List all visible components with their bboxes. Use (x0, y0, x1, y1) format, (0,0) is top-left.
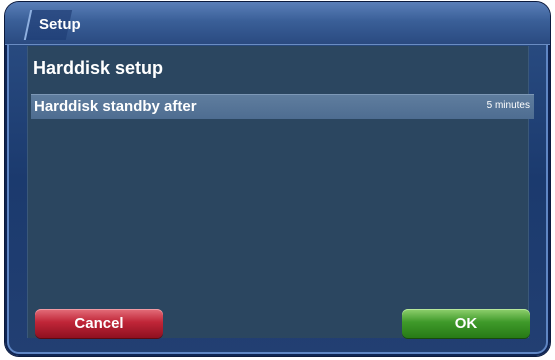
setting-row-harddisk-standby[interactable]: Harddisk standby after 5 minutes (31, 94, 534, 119)
setting-label: Harddisk standby after (34, 98, 197, 115)
title-bar (5, 2, 550, 45)
content-panel (27, 46, 529, 338)
setup-dialog (5, 2, 550, 356)
ok-button[interactable]: OK (402, 309, 530, 338)
cancel-button[interactable]: Cancel (35, 309, 163, 338)
page-title: Harddisk setup (33, 58, 164, 78)
setting-value[interactable]: 5 minutes (487, 100, 530, 111)
window-title: Setup (39, 16, 81, 33)
